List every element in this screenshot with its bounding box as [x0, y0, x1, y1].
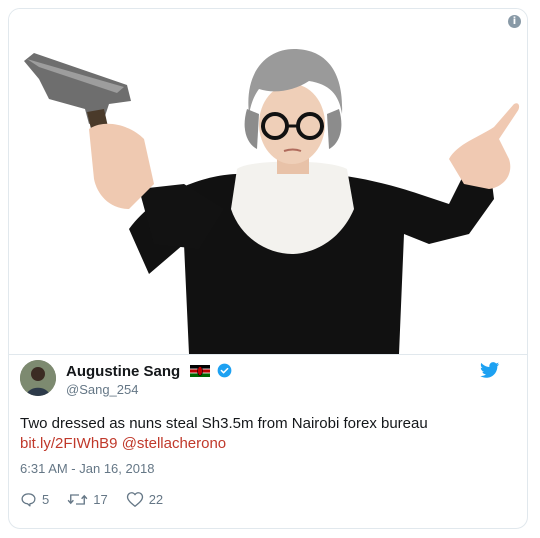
tweet-photo[interactable]: [9, 9, 527, 354]
divider: [9, 354, 527, 355]
kenya-flag-icon: [189, 365, 210, 377]
twitter-bird-icon[interactable]: [480, 362, 500, 379]
author-handle[interactable]: @Sang_254: [66, 382, 138, 397]
tweet-text: Two dressed as nuns steal Sh3.5m from Na…: [20, 414, 500, 454]
tweet-header: Augustine Sang @Sang_254: [20, 360, 500, 400]
mention-link[interactable]: @stellacherono: [122, 435, 226, 452]
info-icon[interactable]: i: [508, 15, 521, 28]
timestamp[interactable]: 6:31 AM - Jan 16, 2018: [20, 461, 154, 476]
tweet-actions: 5 17 22: [20, 488, 181, 510]
heart-icon: [126, 491, 143, 507]
verified-badge-icon: [217, 363, 232, 378]
name-row: Augustine Sang: [66, 363, 232, 381]
avatar[interactable]: [20, 360, 56, 396]
avatar-image: [20, 360, 56, 396]
author-name[interactable]: Augustine Sang: [66, 363, 180, 380]
retweet-count: 17: [93, 491, 108, 507]
reply-button[interactable]: 5: [20, 491, 49, 508]
tweet-body: Two dressed as nuns steal Sh3.5m from Na…: [20, 415, 428, 432]
retweet-button[interactable]: 17: [67, 491, 108, 508]
photo-illustration: [24, 49, 520, 354]
like-button[interactable]: 22: [126, 491, 163, 508]
reply-icon: [21, 492, 36, 507]
short-link[interactable]: bit.ly/2FIWhB9: [20, 435, 118, 452]
reply-count: 5: [42, 491, 50, 507]
retweet-icon: [67, 493, 88, 505]
like-count: 22: [148, 491, 164, 507]
